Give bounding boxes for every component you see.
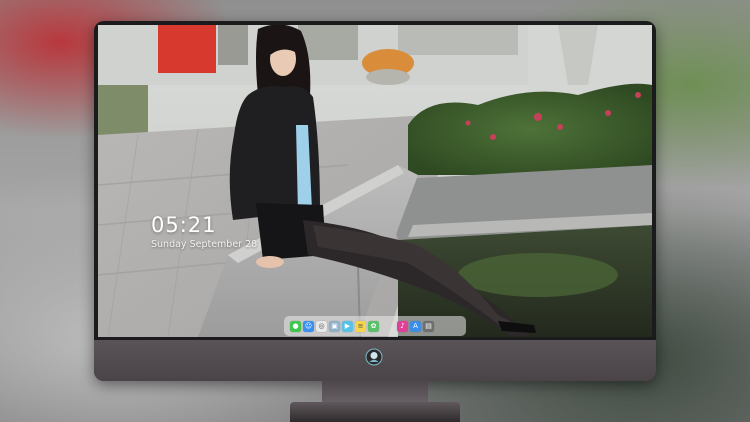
app-store-icon[interactable]: A xyxy=(410,320,421,332)
trash-icon[interactable]: ▤ xyxy=(423,320,434,332)
brand-logo-icon xyxy=(365,348,383,366)
monitor-chin xyxy=(94,340,656,381)
lock-screen-date: Sunday September 28 xyxy=(151,239,258,250)
messages-icon[interactable]: ● xyxy=(290,320,301,332)
lock-screen-clock: 05:21 xyxy=(151,213,217,237)
music-icon[interactable]: ♪ xyxy=(397,320,408,332)
safari-icon[interactable]: ◎ xyxy=(316,320,327,332)
wallpaper-photo xyxy=(98,25,652,337)
video-icon[interactable]: ▶ xyxy=(342,320,353,332)
monitor: 05:21 Sunday September 28 ● ☺ ◎ ▣ ▶ ≡ ✿ ♪ A ▤ xyxy=(94,21,656,381)
finder-icon[interactable]: ☺ xyxy=(303,320,314,332)
preview-icon[interactable]: ▣ xyxy=(329,320,340,332)
notes-icon[interactable]: ≡ xyxy=(355,320,366,332)
screen: 05:21 Sunday September 28 ● ☺ ◎ ▣ ▶ ≡ ✿ ♪ A ▤ xyxy=(98,25,652,337)
dock-separator xyxy=(381,321,395,332)
monitor-stand-base xyxy=(290,402,460,422)
photos-icon[interactable]: ✿ xyxy=(368,320,379,332)
dock: ● ☺ ◎ ▣ ▶ ≡ ✿ ♪ A ▤ xyxy=(284,316,466,336)
